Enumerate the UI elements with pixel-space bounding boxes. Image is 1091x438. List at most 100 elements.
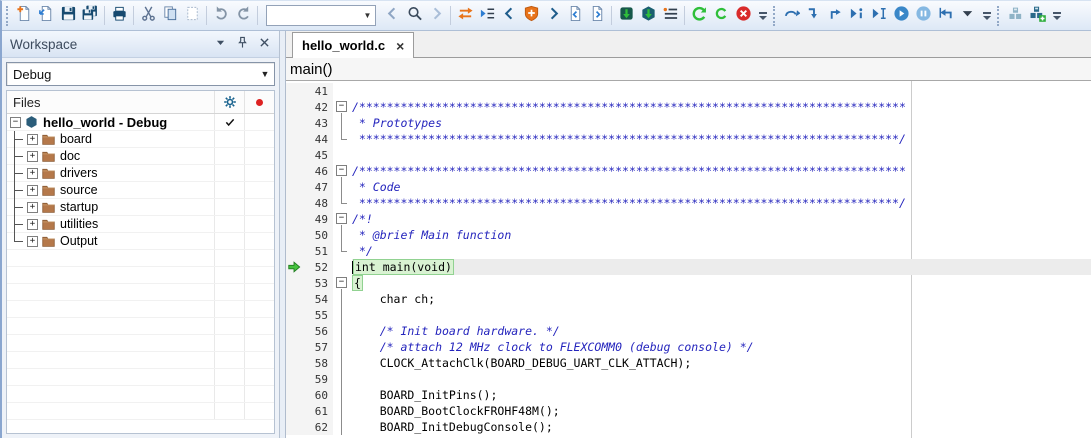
reset-button[interactable] [934, 4, 956, 28]
breakpoint-indicator-icon[interactable] [244, 91, 274, 113]
toolbar-overflow-button[interactable] [980, 4, 993, 28]
prev-document-button[interactable] [564, 4, 586, 28]
cut-button[interactable] [137, 4, 159, 28]
undo-button[interactable] [210, 4, 232, 28]
breakpoint-margin[interactable] [286, 259, 301, 275]
breakpoint-margin[interactable] [286, 323, 301, 339]
restart-debugger-button[interactable] [688, 4, 710, 28]
tree-item-startup[interactable]: +startup [7, 199, 274, 216]
save-button[interactable] [57, 4, 79, 28]
breakpoint-margin[interactable] [286, 163, 301, 179]
step-over-button[interactable] [780, 4, 802, 28]
collapse-icon[interactable]: − [10, 117, 21, 128]
breakpoint-margin[interactable] [286, 227, 301, 243]
folder-label: doc [60, 149, 80, 163]
breakpoint-margin[interactable] [286, 387, 301, 403]
tree-item-doc[interactable]: + doc [7, 148, 274, 165]
stop-debugging-button[interactable] [732, 4, 754, 28]
prev-bookmark-button[interactable] [498, 4, 520, 28]
toolbar-grip-handle[interactable] [773, 6, 776, 26]
step-out-button[interactable] [824, 4, 846, 28]
tab-close-icon[interactable]: × [396, 39, 404, 53]
expand-icon[interactable]: + [27, 219, 38, 230]
workspace-close-button[interactable] [258, 36, 271, 52]
fold-toggle-icon[interactable]: − [336, 213, 347, 224]
fold-column [333, 371, 352, 387]
toggle-bookmark-button[interactable] [454, 4, 476, 28]
reset-options-dropdown[interactable] [956, 4, 978, 28]
goto-list-button[interactable] [476, 4, 498, 28]
toolbar-overflow-button[interactable] [1050, 4, 1063, 28]
redo-button[interactable] [232, 4, 254, 28]
paste-button[interactable] [181, 4, 203, 28]
copy-button[interactable] [159, 4, 181, 28]
open-document-button[interactable] [35, 4, 57, 28]
print-button[interactable] [108, 4, 130, 28]
breakpoint-margin[interactable] [286, 307, 301, 323]
code-text: * Code [352, 179, 1091, 195]
expand-icon[interactable]: + [27, 151, 38, 162]
find-button[interactable] [403, 4, 425, 28]
tree-item-drivers[interactable]: +drivers [7, 165, 274, 182]
tree-item-project[interactable]: −hello_world - Debug [7, 114, 274, 131]
fold-toggle-icon[interactable]: − [336, 101, 347, 112]
download-debug-button[interactable] [637, 4, 659, 28]
next-statement-button[interactable] [846, 4, 868, 28]
next-bookmark-button[interactable] [542, 4, 564, 28]
step-into-button[interactable] [802, 4, 824, 28]
breakpoint-margin[interactable] [286, 243, 301, 259]
expand-icon[interactable]: + [27, 236, 38, 247]
expand-icon[interactable]: + [27, 202, 38, 213]
chevron-down-icon[interactable]: ▼ [360, 11, 375, 20]
expand-icon[interactable]: + [27, 168, 38, 179]
paste-icon [184, 5, 201, 27]
tree-item-output[interactable]: +Output [7, 233, 274, 250]
nav-back-button[interactable] [381, 4, 403, 28]
breakpoint-margin[interactable] [286, 419, 301, 435]
tree-item-board[interactable]: +board [7, 131, 274, 148]
breakpoint-margin[interactable] [286, 291, 301, 307]
add-bookmark-button[interactable] [520, 4, 542, 28]
nav-forward-button[interactable] [425, 4, 447, 28]
context-list-button[interactable] [659, 4, 681, 28]
breakpoint-margin[interactable] [286, 339, 301, 355]
breakpoint-margin[interactable] [286, 83, 301, 99]
new-document-button[interactable] [13, 4, 35, 28]
go-button[interactable] [890, 4, 912, 28]
fold-toggle-icon[interactable]: − [336, 277, 347, 288]
breakpoint-margin[interactable] [286, 403, 301, 419]
expand-icon[interactable]: + [27, 134, 38, 145]
settings-gear-icon[interactable] [214, 91, 244, 113]
next-document-button[interactable] [586, 4, 608, 28]
breakpoint-margin[interactable] [286, 99, 301, 115]
workspace-menu-dropdown[interactable] [214, 36, 227, 52]
breakpoint-margin[interactable] [286, 211, 301, 227]
toolbar-overflow-button[interactable] [756, 4, 769, 28]
blocks-add-button[interactable] [1026, 4, 1048, 28]
breakpoint-margin[interactable] [286, 355, 301, 371]
run-to-cursor-button[interactable] [868, 4, 890, 28]
breakpoint-margin[interactable] [286, 131, 301, 147]
tree-item-utilities[interactable]: +utilities [7, 216, 274, 233]
function-context-bar[interactable]: main() [286, 58, 1091, 81]
breakpoint-margin[interactable] [286, 179, 301, 195]
break-button[interactable] [912, 4, 934, 28]
compile-button[interactable] [710, 4, 732, 28]
download-run-button[interactable] [615, 4, 637, 28]
breakpoint-margin[interactable] [286, 275, 301, 291]
tree-item-source[interactable]: +source [7, 182, 274, 199]
breakpoint-margin[interactable] [286, 147, 301, 163]
breakpoint-margin[interactable] [286, 371, 301, 387]
breakpoint-margin[interactable] [286, 195, 301, 211]
tab-hello-world-c[interactable]: hello_world.c × [292, 32, 414, 58]
blocks-button[interactable] [1004, 4, 1026, 28]
expand-icon[interactable]: + [27, 185, 38, 196]
pin-icon[interactable] [236, 36, 249, 52]
toolbar-grip-handle[interactable] [997, 6, 1000, 26]
config-selector[interactable]: Debug ▼ [6, 62, 275, 86]
fold-toggle-icon[interactable]: − [336, 165, 347, 176]
toolbar-grip-handle[interactable] [6, 6, 9, 26]
quick-search-combo[interactable]: ▼ [266, 5, 376, 26]
breakpoint-margin[interactable] [286, 115, 301, 131]
save-all-button[interactable] [79, 4, 101, 28]
